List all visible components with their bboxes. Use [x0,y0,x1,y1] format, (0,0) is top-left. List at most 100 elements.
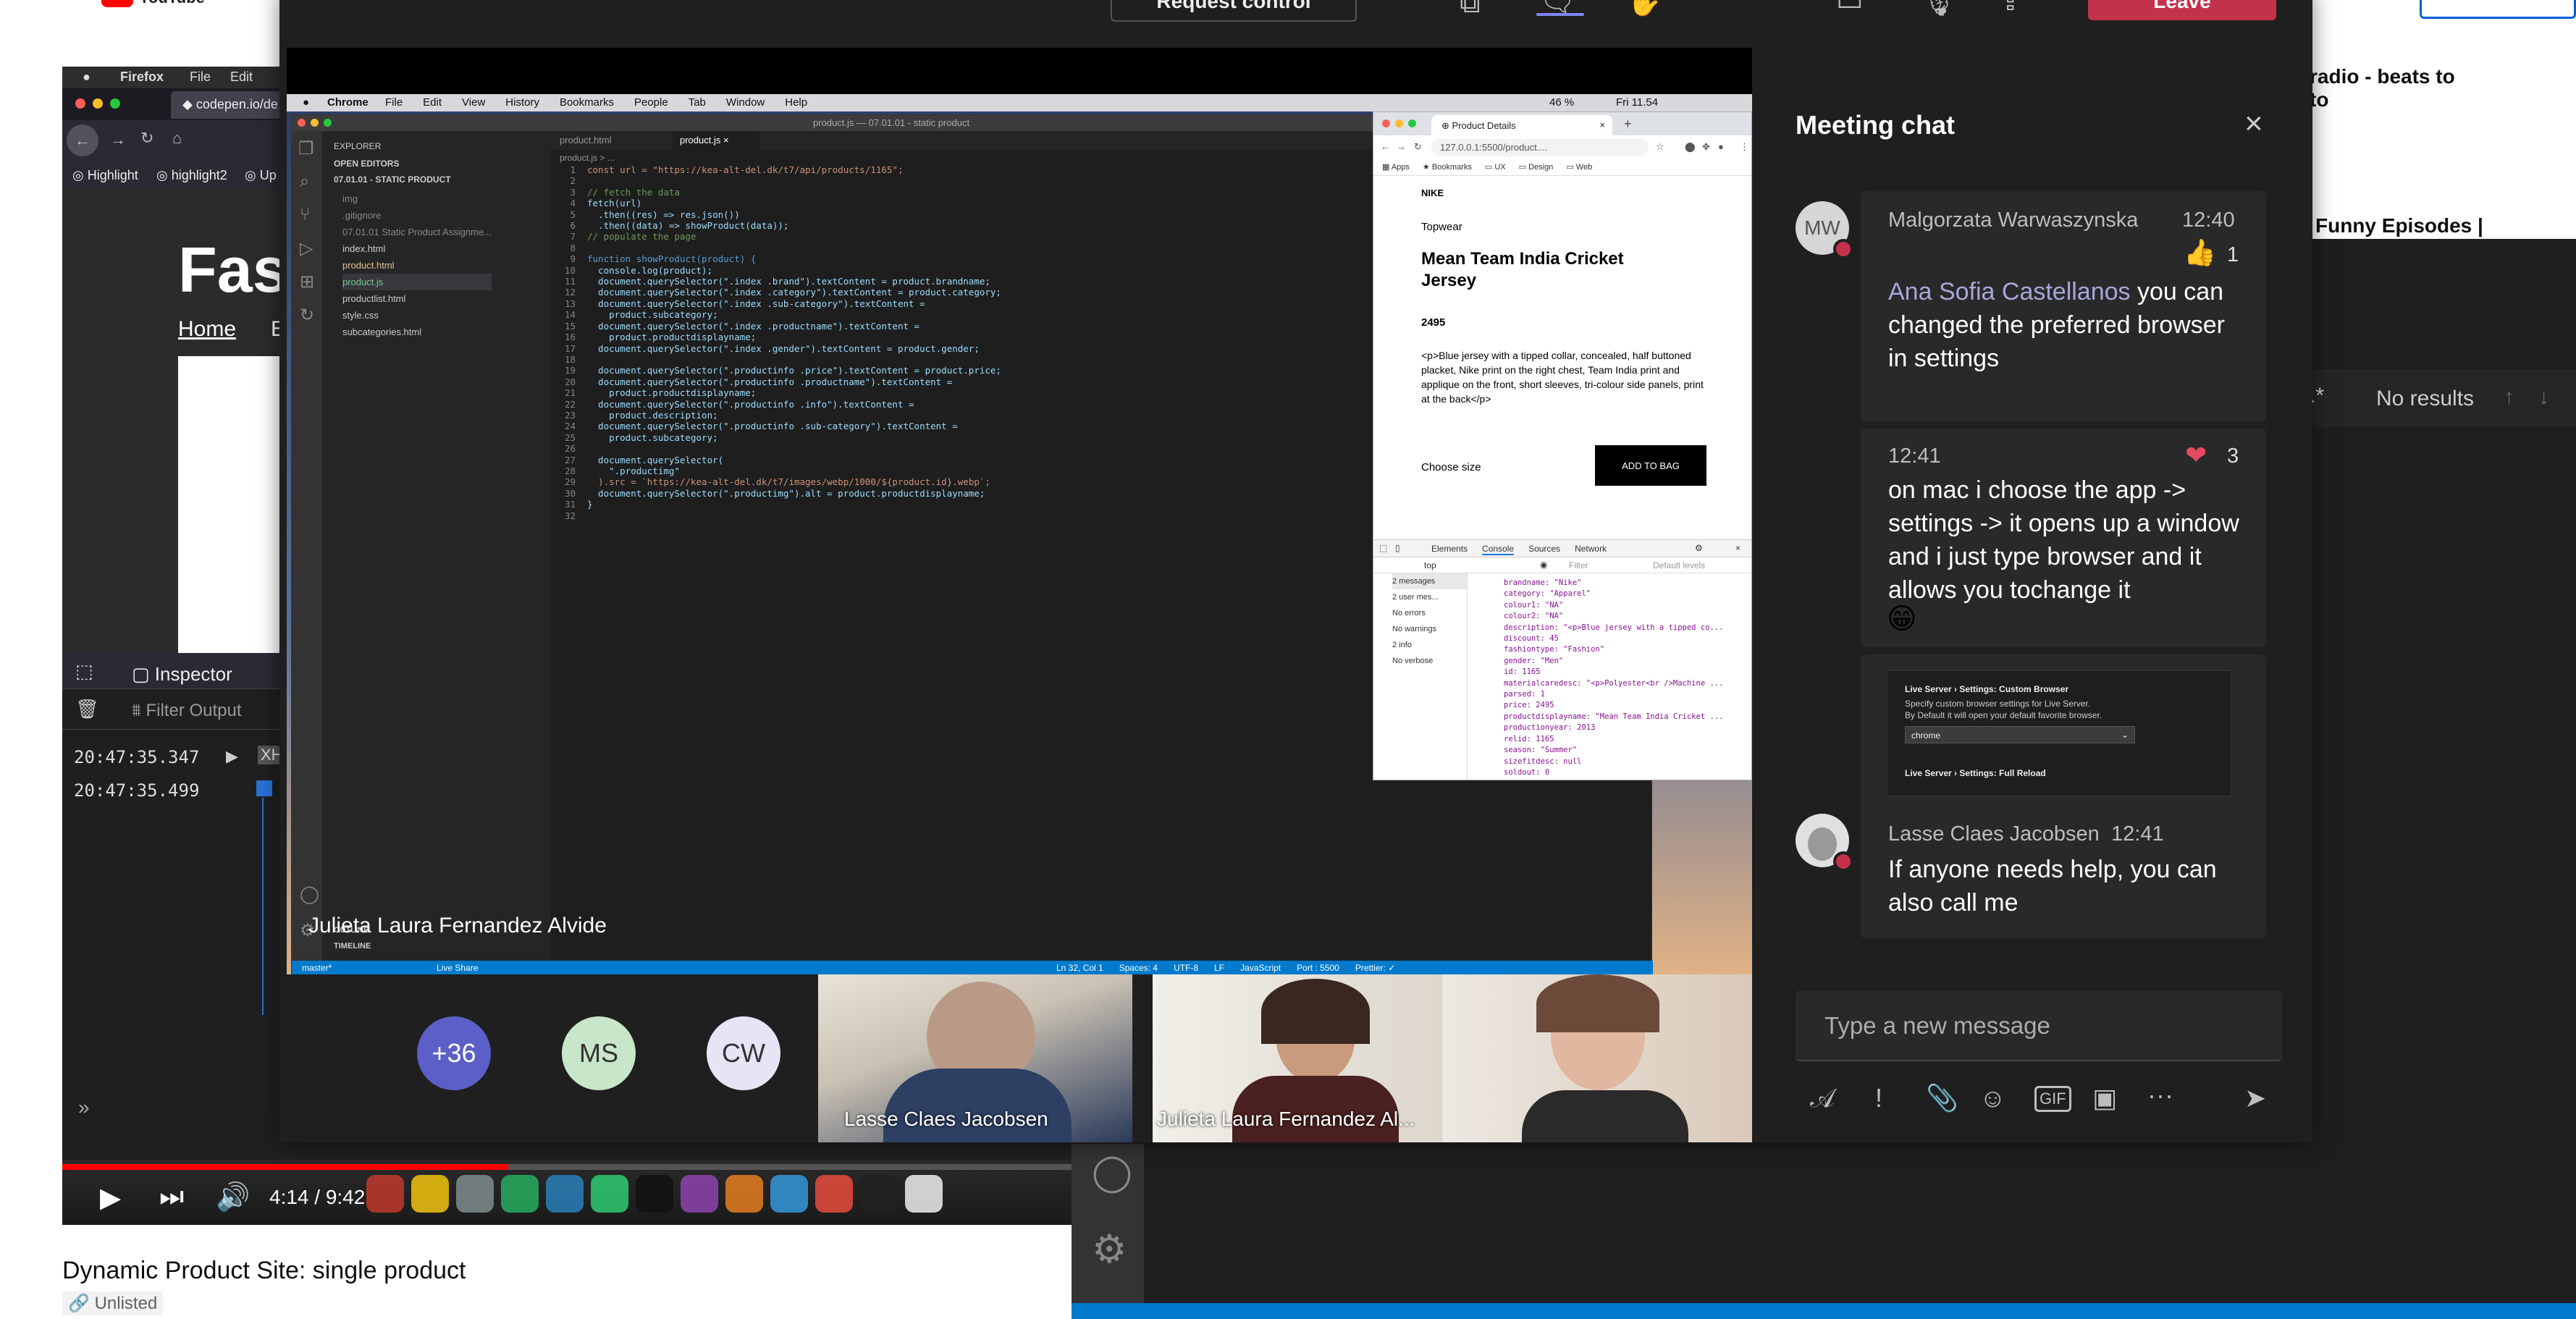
attach-icon[interactable]: 📎 [1926,1083,1958,1113]
request-control-button[interactable]: Request control [1111,0,1357,22]
chat-message[interactable]: Malgorzata Warwaszynska 12:40 👍 1 Ana So… [1861,191,2266,421]
compose-box[interactable]: Type a new message [1796,990,2282,1061]
participant-avatar-ms[interactable]: MS [562,1016,636,1090]
bookmark-up[interactable]: ◎ Up [245,168,277,183]
gif-icon[interactable]: GIF [2034,1086,2071,1112]
console-sidebar-item[interactable]: No errors [1392,605,1467,621]
file-item[interactable]: .gitignore [342,207,492,224]
close-chat-icon[interactable]: × [2244,106,2263,142]
console-sidebar-item[interactable]: 2 messages [1392,573,1467,589]
menu-kebab-icon[interactable]: ⋮ [1740,141,1749,153]
home-icon[interactable]: ⌂ [172,129,182,148]
extensions-icon[interactable]: ⊞ [300,271,314,292]
chrome-tab[interactable]: ⊕ Product Details × [1431,115,1612,135]
eye-icon[interactable]: ◉ [1540,560,1547,570]
trash-icon[interactable]: 🗑 [75,698,99,720]
bookmark-web[interactable]: ▭ Web [1566,162,1592,172]
filter-output-input[interactable]: ⩩ Filter Output [132,701,242,721]
file-item[interactable]: subcategories.html [342,324,492,340]
bookmark-design[interactable]: ▭ Design [1519,162,1554,172]
message-image[interactable]: Live Server › Settings: Custom Browser S… [1887,670,2231,796]
extensions-icon[interactable]: ⬤ [1685,141,1696,153]
inspect-icon[interactable]: ⬚ [1379,543,1387,553]
account-icon[interactable]: ◯ [1092,1151,1132,1193]
run-icon[interactable]: ▷ [300,238,313,259]
volume-icon[interactable]: 🔊 [216,1181,250,1213]
levels-select[interactable]: Default levels [1653,560,1705,570]
play-icon[interactable]: ▶ [100,1181,121,1214]
console-sidebar-item[interactable]: No warnings [1392,621,1467,637]
chat-message[interactable]: Lasse Claes Jacobsen 12:41 If anyone nee… [1861,805,2266,938]
tab-product-html[interactable]: product.html [560,135,612,146]
account-icon[interactable]: ◯ [300,884,319,905]
devtools-tab-elements[interactable]: Elements [1431,544,1468,555]
file-item[interactable]: product.html [342,257,492,274]
address-bar[interactable]: 127.0.0.1:5500/product.... [1431,139,1649,156]
next-icon[interactable]: ⏭ [159,1181,184,1213]
window-close-dot[interactable] [75,98,85,109]
expand-icon[interactable]: ▶ [226,747,238,766]
code-editor[interactable]: 1 const url = "https://kea-alt-del.dk/t7/… [551,164,1362,888]
related-video-2[interactable]: Funny Episodes | [2315,214,2483,237]
console-sidebar-item[interactable]: No verbose [1392,653,1467,669]
camera-icon[interactable]: ▭ [1836,0,1864,17]
leave-button[interactable]: Leave [2088,0,2276,20]
message-input[interactable]: Type a new message [1824,1012,2050,1040]
console-sidebar-item[interactable]: 2 info [1392,637,1467,653]
participant-avatar-cw[interactable]: CW [707,1016,780,1090]
devtools-close-icon[interactable]: × [1735,543,1741,553]
raise-hand-icon[interactable]: ✋ [1626,0,1662,18]
participants-icon[interactable]: ⧉ [1460,0,1481,20]
back-icon[interactable]: ← [1381,141,1390,152]
bookmark-highlight[interactable]: ◎ Highlight [72,168,138,183]
new-tab-icon[interactable]: + [1624,117,1632,132]
puzzle-icon[interactable]: ✥ [1702,141,1710,153]
share-icon[interactable]: ⇪ [1998,0,2023,17]
video-tile[interactable]: Julieta Laura Fernandez Al... [1153,974,1442,1142]
chat-message[interactable]: Live Server › Settings: Custom Browser S… [1861,654,2266,812]
emoji-icon[interactable]: ☺ [1979,1083,2006,1113]
bookmark-highlight2[interactable]: ◎ highlight2 [156,168,227,183]
console-filter-input[interactable]: Filter [1569,560,1588,570]
devtools-tab-sources[interactable]: Sources [1528,544,1560,555]
bookmark-bookmarks[interactable]: ★ Bookmarks [1423,162,1472,172]
console-sidebar-item[interactable]: 2 user mes... [1392,589,1467,605]
star-icon[interactable]: ☆ [1656,141,1664,153]
back-icon[interactable]: ← [67,125,98,156]
more-participants-avatar[interactable]: +36 [417,1016,491,1090]
inspector-tab[interactable]: ▢ Inspector [132,663,232,686]
devtools-tab-network[interactable]: Network [1575,544,1607,555]
add-to-bag-button[interactable]: ADD TO BAG [1595,445,1706,486]
format-icon[interactable]: 𝒜 [1810,1083,1835,1114]
sticker-icon[interactable]: ▣ [2092,1083,2117,1113]
account-button[interactable] [2420,0,2576,19]
live-share-icon[interactable]: ↻ [300,305,314,326]
file-item[interactable]: style.css [342,307,492,324]
tab-product-js[interactable]: product.js × [673,131,759,150]
device-icon[interactable]: ▯ [1395,543,1400,553]
files-icon[interactable]: ❐ [298,138,314,159]
settings-gear-icon[interactable]: ⚙ [1092,1226,1127,1272]
file-item[interactable]: index.html [342,240,492,257]
window-max-dot[interactable] [110,98,120,109]
tab-close-icon[interactable]: × [1599,119,1605,130]
bookmark-apps[interactable]: ▦ Apps [1382,162,1410,172]
window-min-dot[interactable] [93,98,103,109]
thumbs-up-reaction-icon[interactable]: 👍 [2184,237,2216,268]
arrow-up-icon[interactable]: ↑ [2504,385,2514,410]
file-item-active[interactable]: product.js [342,274,492,290]
element-picker-icon[interactable]: ⬚ [75,660,93,683]
file-item[interactable]: productlist.html [342,290,492,307]
youtube-logo[interactable]: YouTube [101,0,224,9]
context-select[interactable]: top [1424,560,1436,570]
reload-icon[interactable]: ↻ [140,129,153,148]
reload-icon[interactable]: ↻ [1414,141,1422,153]
related-video-1-line1[interactable]: radio - beats to [2310,65,2455,88]
source-control-icon[interactable]: ⑂ [300,205,310,225]
video-tile[interactable] [1442,974,1756,1142]
file-item[interactable]: 07.01.01 Static Product Assignme... [342,224,492,240]
breadcrumb-home[interactable]: Home [178,317,236,342]
heart-reaction-icon[interactable]: ❤ [2185,440,2207,471]
send-icon[interactable]: ➤ [2244,1083,2266,1113]
search-icon[interactable]: ⌕ [300,172,309,192]
